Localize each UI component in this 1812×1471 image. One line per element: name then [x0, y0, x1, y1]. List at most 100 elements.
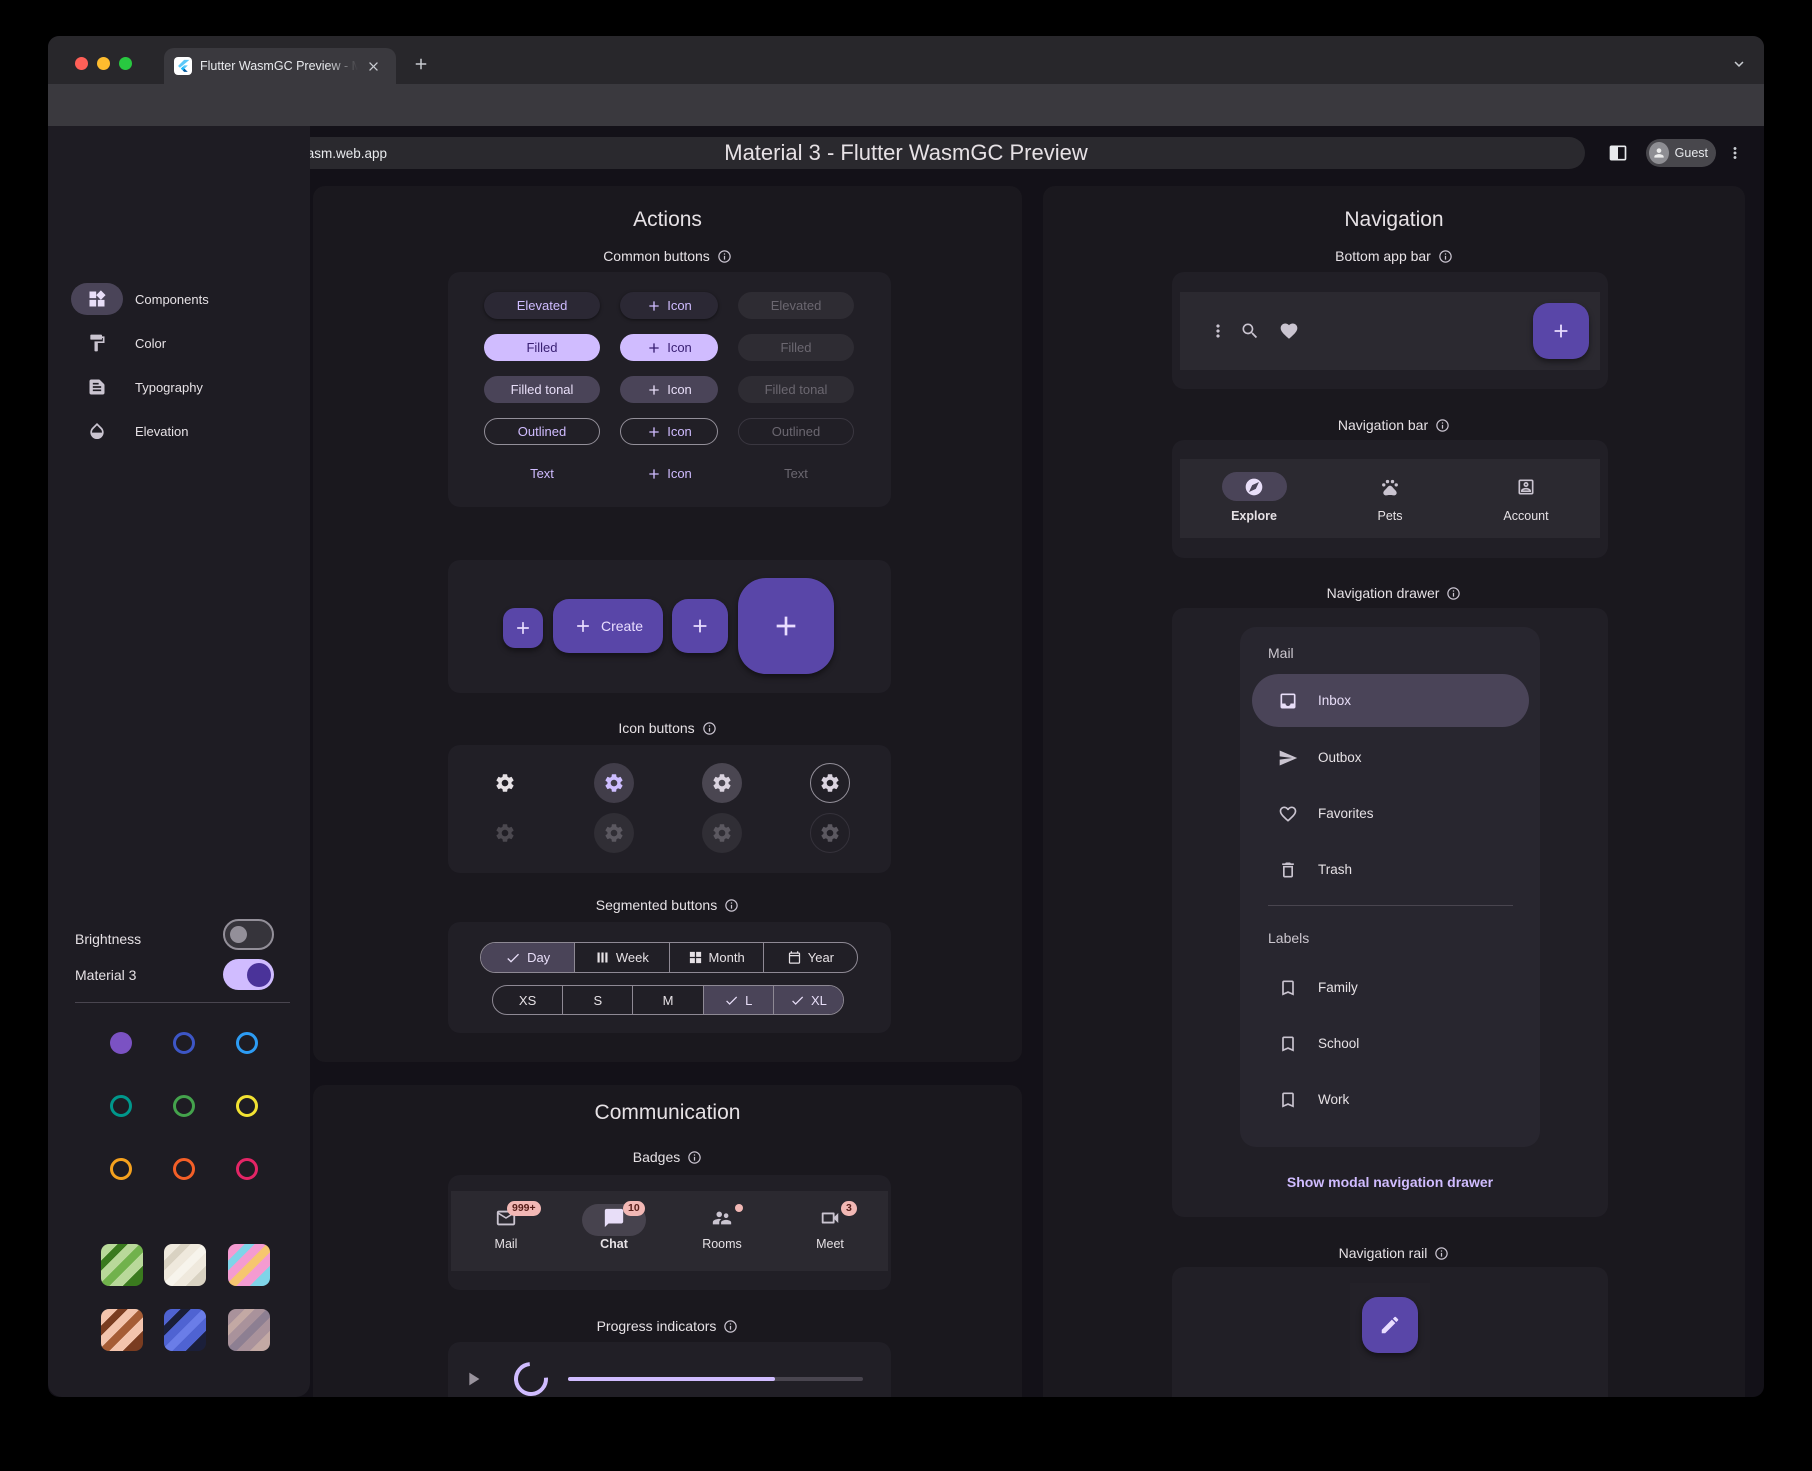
- navbar-dest-explore[interactable]: Explore: [1204, 472, 1304, 523]
- sidebar-item-label: Typography: [135, 379, 203, 395]
- seed-color-green[interactable]: [173, 1095, 195, 1117]
- settings-icon: [819, 772, 841, 794]
- sidebar-item-label: Components: [135, 291, 209, 307]
- flutter-favicon: [174, 57, 192, 75]
- actions-panel: Actions Common buttons Elevated Icon Ele…: [313, 186, 1022, 1062]
- close-window-button[interactable]: [75, 57, 88, 70]
- maximize-window-button[interactable]: [119, 57, 132, 70]
- seed-color-deep-orange[interactable]: [173, 1158, 195, 1180]
- navbar-dest-account[interactable]: Account: [1476, 472, 1576, 523]
- image-seed-white-flowers[interactable]: [164, 1244, 206, 1286]
- tonal-icon-button-disabled: [702, 813, 742, 853]
- navigation-drawer: Mail Inbox Outbox Favorites Trash Labels…: [1240, 627, 1540, 1147]
- sidebar-item-label: Color: [135, 335, 167, 351]
- info-icon[interactable]: [702, 721, 717, 736]
- circular-progress: [507, 1355, 555, 1397]
- browser-tab[interactable]: Flutter WasmGC Preview - Ma: [164, 48, 396, 84]
- elevated-button[interactable]: Elevated: [484, 292, 600, 319]
- seed-color-teal[interactable]: [110, 1095, 132, 1117]
- drawer-item-work[interactable]: Work: [1252, 1073, 1529, 1126]
- segment-year[interactable]: Year: [762, 943, 857, 972]
- small-fab[interactable]: [503, 608, 543, 648]
- segment-l[interactable]: L: [702, 986, 773, 1014]
- info-icon[interactable]: [1446, 586, 1461, 601]
- navigation-bar-card: Explore Pets Account: [1172, 440, 1608, 558]
- extended-fab[interactable]: Create: [553, 599, 663, 653]
- search-icon[interactable]: [1240, 321, 1260, 341]
- bottom-bar-fab[interactable]: [1533, 303, 1589, 359]
- tonal-icon-button[interactable]: [702, 763, 742, 803]
- drawer-item-outbox[interactable]: Outbox: [1252, 731, 1529, 784]
- segmented-row-sizes: XS S M L XL: [492, 985, 844, 1015]
- segment-month[interactable]: Month: [668, 943, 763, 972]
- seed-color-deep-purple[interactable]: [110, 1032, 132, 1054]
- drawer-item-family[interactable]: Family: [1252, 961, 1529, 1014]
- chevron-down-icon[interactable]: [1730, 55, 1748, 73]
- large-fab[interactable]: [738, 578, 834, 674]
- image-seed-leaves[interactable]: [101, 1244, 143, 1286]
- sidebar-item-elevation[interactable]: Elevation: [48, 409, 310, 453]
- navbar-dest-pets[interactable]: Pets: [1340, 472, 1440, 523]
- elevated-icon-button[interactable]: Icon: [620, 292, 718, 319]
- seed-color-indigo[interactable]: [173, 1032, 195, 1054]
- outlined-icon-button[interactable]: [810, 763, 850, 803]
- badge-dest-meet[interactable]: Meet: [790, 1207, 870, 1251]
- badge-3: 3: [841, 1201, 857, 1216]
- rail-edit-fab[interactable]: [1362, 1297, 1418, 1353]
- drawer-item-school[interactable]: School: [1252, 1017, 1529, 1070]
- menu-dots-icon[interactable]: [1208, 321, 1228, 341]
- segment-xl[interactable]: XL: [772, 986, 843, 1014]
- info-icon[interactable]: [1438, 249, 1453, 264]
- segment-day[interactable]: Day: [481, 943, 575, 972]
- image-seed-jellyfish[interactable]: [228, 1309, 270, 1351]
- text-button[interactable]: Text: [484, 460, 600, 487]
- badge-dest-rooms[interactable]: Rooms: [682, 1207, 762, 1251]
- material3-switch[interactable]: [223, 959, 274, 990]
- standard-icon-button[interactable]: [485, 763, 525, 803]
- drawer-item-inbox[interactable]: Inbox: [1252, 674, 1529, 727]
- info-icon[interactable]: [1435, 418, 1450, 433]
- seed-color-orange[interactable]: [110, 1158, 132, 1180]
- filled-icon-button[interactable]: [594, 763, 634, 803]
- play-icon[interactable]: [462, 1368, 484, 1390]
- seed-color-blue[interactable]: [236, 1032, 258, 1054]
- filled-icon-button[interactable]: Icon: [620, 334, 718, 361]
- filled-tonal-icon-button[interactable]: Icon: [620, 376, 718, 403]
- minimize-window-button[interactable]: [97, 57, 110, 70]
- sidebar-item-color[interactable]: Color: [48, 321, 310, 365]
- segment-s[interactable]: S: [562, 986, 632, 1014]
- outlined-button[interactable]: Outlined: [484, 418, 600, 445]
- settings-icon: [603, 772, 625, 794]
- image-seed-blue-zebra[interactable]: [164, 1309, 206, 1351]
- sidebar-item-components[interactable]: Components: [48, 277, 310, 321]
- brightness-switch[interactable]: [223, 919, 274, 950]
- new-tab-button[interactable]: [412, 55, 430, 73]
- text-icon-button[interactable]: Icon: [620, 460, 718, 487]
- segment-xs[interactable]: XS: [493, 986, 562, 1014]
- info-icon[interactable]: [1434, 1246, 1449, 1261]
- fab[interactable]: [672, 599, 728, 653]
- close-tab-icon[interactable]: [366, 59, 381, 74]
- info-icon[interactable]: [723, 1319, 738, 1334]
- show-modal-drawer-button[interactable]: Show modal navigation drawer: [1172, 1174, 1608, 1190]
- filled-tonal-button[interactable]: Filled tonal: [484, 376, 600, 403]
- drawer-item-trash[interactable]: Trash: [1252, 843, 1529, 896]
- calendar-icon: [787, 950, 802, 965]
- sidebar-item-typography[interactable]: Typography: [48, 365, 310, 409]
- info-icon[interactable]: [687, 1150, 702, 1165]
- info-icon[interactable]: [717, 249, 732, 264]
- progress-indicators-label: Progress indicators: [313, 1318, 1022, 1334]
- segment-m[interactable]: M: [632, 986, 702, 1014]
- seed-color-yellow[interactable]: [236, 1095, 258, 1117]
- image-seed-dry-flowers[interactable]: [101, 1309, 143, 1351]
- drawer-item-favorites[interactable]: Favorites: [1252, 787, 1529, 840]
- heart-icon[interactable]: [1279, 321, 1299, 341]
- image-seed-abstract-swirl[interactable]: [228, 1244, 270, 1286]
- seed-color-pink[interactable]: [236, 1158, 258, 1180]
- filled-button[interactable]: Filled: [484, 334, 600, 361]
- segment-week[interactable]: Week: [574, 943, 668, 972]
- info-icon[interactable]: [724, 898, 739, 913]
- linear-progress[interactable]: [568, 1377, 863, 1381]
- outlined-icon-button[interactable]: Icon: [620, 418, 718, 445]
- check-icon: [790, 993, 805, 1008]
